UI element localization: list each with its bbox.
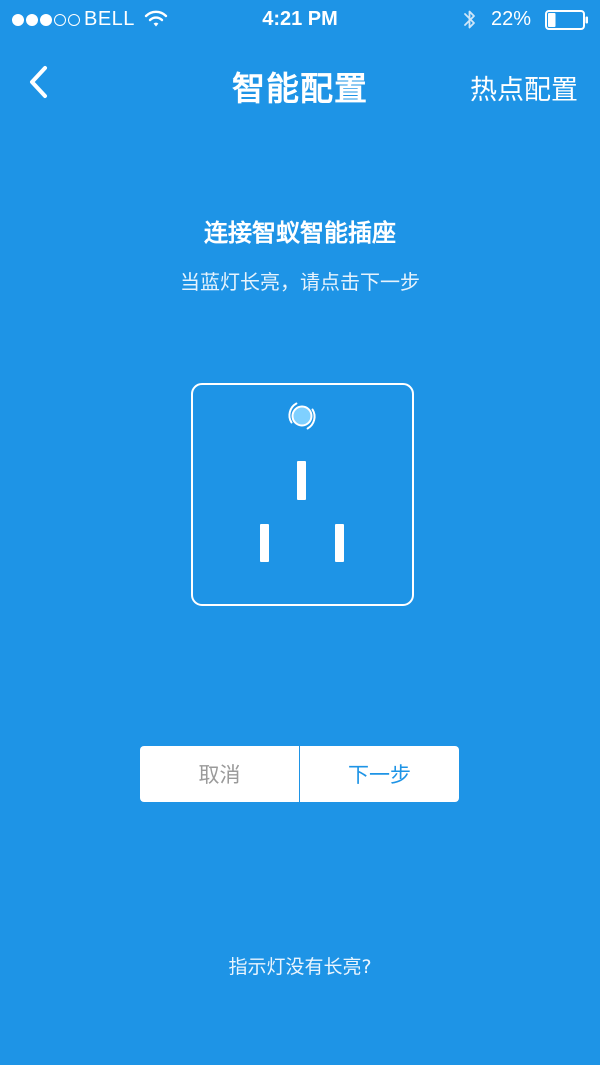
- status-bar: BELL 4:21 PM 22%: [0, 0, 600, 40]
- headline: 连接智蚁智能插座: [204, 219, 396, 247]
- battery-percent: 22%: [491, 8, 532, 30]
- socket-pin-right: [335, 524, 344, 562]
- power-socket-icon: [191, 383, 414, 606]
- battery-icon: [545, 10, 589, 36]
- action-button-group: 取消 下一步: [140, 746, 459, 802]
- socket-pin-top: [297, 461, 306, 500]
- bluetooth-icon: [462, 8, 478, 38]
- indicator-help-link[interactable]: 指示灯没有长亮?: [0, 952, 600, 979]
- navigation-bar: 智能配置 热点配置: [0, 40, 600, 128]
- instruction-text: 当蓝灯长亮，请点击下一步: [180, 270, 420, 294]
- next-step-button[interactable]: 下一步: [300, 746, 459, 802]
- cancel-button[interactable]: 取消: [140, 746, 299, 802]
- socket-pin-left: [260, 524, 269, 562]
- smart-config-screen: BELL 4:21 PM 22% 智能配置 热点配置 连接智蚁智能插座 当蓝灯长…: [0, 0, 600, 1065]
- hotspot-config-button[interactable]: 热点配置: [470, 68, 578, 107]
- indicator-light-icon: [284, 398, 320, 438]
